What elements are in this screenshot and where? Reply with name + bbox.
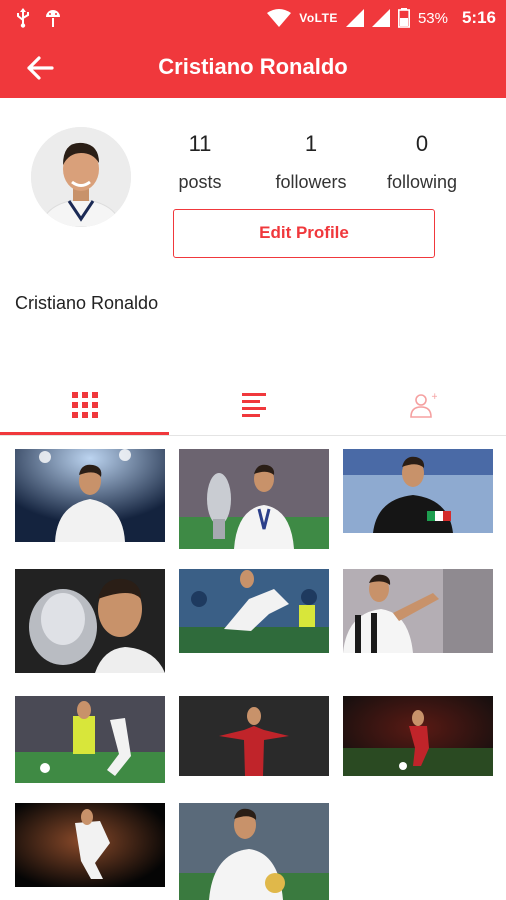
tab-divider bbox=[0, 435, 506, 436]
profile-display-name: Cristiano Ronaldo bbox=[15, 293, 159, 313]
android-icon bbox=[46, 10, 60, 27]
avatar-photo bbox=[31, 127, 131, 227]
followers-label: followers bbox=[275, 172, 347, 192]
edit-profile-button[interactable]: Edit Profile bbox=[173, 209, 435, 258]
following-count: 0 bbox=[415, 131, 429, 156]
post-thumbnail[interactable] bbox=[343, 696, 493, 776]
status-left bbox=[16, 8, 62, 28]
profile-tabs: + bbox=[0, 375, 506, 435]
volte-label: VoLTE bbox=[299, 11, 338, 25]
signal-icon-2 bbox=[371, 9, 390, 27]
post-thumbnail[interactable] bbox=[15, 449, 165, 542]
battery-percent: 53% bbox=[417, 9, 448, 27]
tab-list[interactable] bbox=[169, 375, 338, 435]
wifi-icon bbox=[267, 9, 292, 27]
signal-icon bbox=[345, 9, 364, 27]
tab-tagged[interactable]: + bbox=[338, 375, 506, 435]
post-thumbnail[interactable] bbox=[343, 569, 493, 653]
posts-count: 11 bbox=[188, 131, 212, 156]
usb-icon bbox=[17, 8, 29, 28]
post-thumbnail[interactable] bbox=[15, 569, 165, 673]
status-right: VoLTE 53% 5:16 bbox=[267, 8, 496, 28]
app-bar: Cristiano Ronaldo bbox=[0, 38, 506, 98]
tab-grid[interactable] bbox=[0, 375, 169, 435]
post-thumbnail[interactable] bbox=[179, 569, 329, 653]
grid-icon bbox=[71, 392, 98, 418]
stat-followers[interactable]: 1 followers bbox=[256, 130, 366, 194]
post-thumbnail[interactable] bbox=[179, 803, 329, 900]
svg-text:+: + bbox=[431, 392, 437, 402]
page-title: Cristiano Ronaldo bbox=[158, 54, 348, 79]
status-bar: VoLTE 53% 5:16 bbox=[0, 0, 506, 38]
followers-count: 1 bbox=[304, 131, 318, 156]
person-tag-icon: + bbox=[409, 392, 437, 418]
clock: 5:16 bbox=[461, 8, 496, 27]
post-thumbnail[interactable] bbox=[15, 803, 165, 887]
following-label: following bbox=[386, 172, 458, 192]
post-thumbnail[interactable] bbox=[343, 449, 493, 533]
stat-following[interactable]: 0 following bbox=[367, 130, 477, 194]
avatar[interactable] bbox=[31, 127, 131, 227]
battery-icon bbox=[397, 8, 410, 28]
post-thumbnail[interactable] bbox=[179, 696, 329, 776]
list-icon bbox=[241, 393, 266, 417]
stat-posts[interactable]: 11 posts bbox=[145, 130, 255, 194]
posts-label: posts bbox=[178, 172, 222, 192]
post-thumbnail[interactable] bbox=[15, 696, 165, 783]
post-thumbnail[interactable] bbox=[179, 449, 329, 549]
